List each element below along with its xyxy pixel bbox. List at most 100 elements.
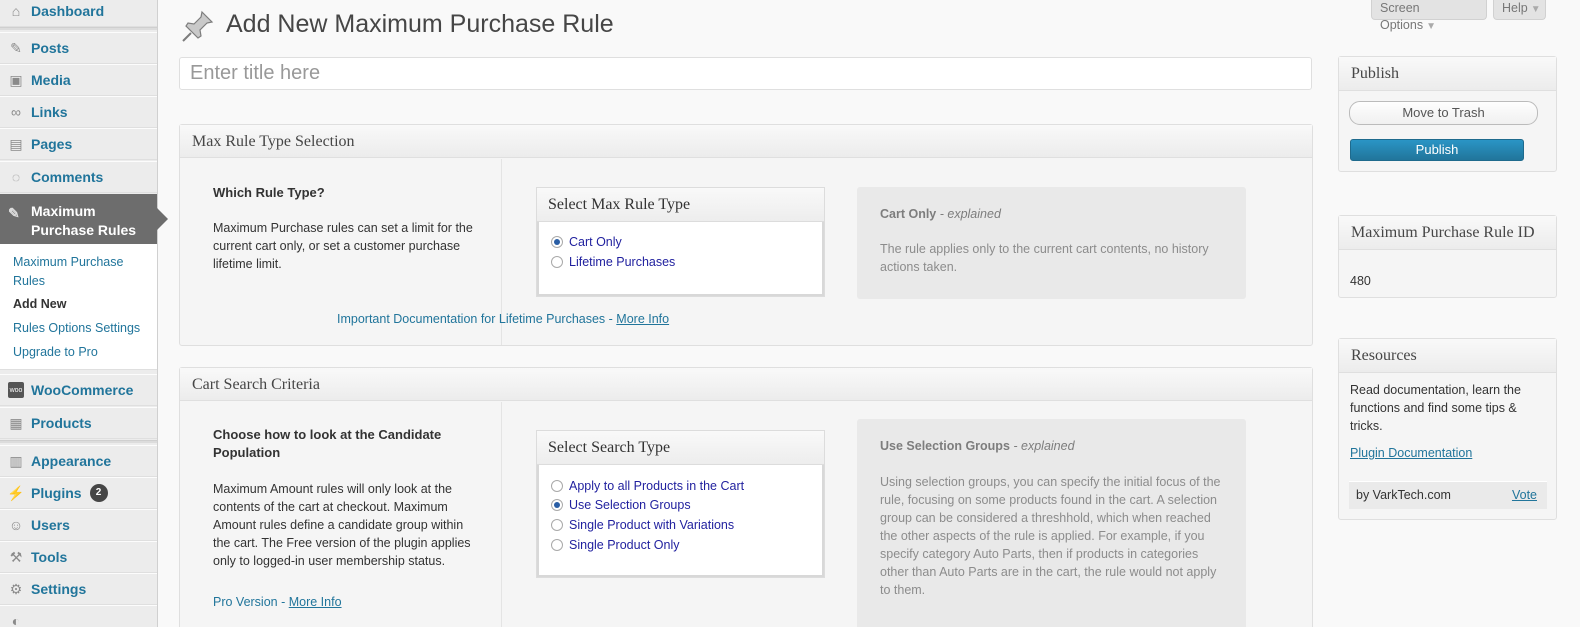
publish-box: Publish Move to Trash Publish — [1338, 56, 1557, 172]
menu-item-tools[interactable]: ⚒ Tools — [0, 541, 157, 573]
search-criteria-postbox: Cart Search Criteria Choose how to look … — [179, 367, 1313, 627]
plugin-documentation-link[interactable]: Plugin Documentation — [1350, 446, 1472, 460]
lifetime-doc-line: Important Documentation for Lifetime Pur… — [337, 312, 669, 326]
link-icon: ∞ — [11, 104, 21, 120]
menu-item-woocommerce[interactable]: woo WooCommerce — [0, 374, 157, 406]
radio-label: Single Product Only — [569, 538, 680, 552]
screen-options-label: Screen Options — [1380, 1, 1424, 32]
radio-single-product-only[interactable]: Single Product Only — [551, 538, 679, 552]
rule-id-box: Maximum Purchase Rule ID 480 — [1338, 215, 1557, 298]
menu-label: Comments — [31, 169, 104, 185]
menu-item-appearance[interactable]: ▥ Appearance — [0, 445, 157, 477]
postbox-heading[interactable]: Max Rule Type Selection — [180, 125, 1312, 158]
search-description: Maximum Amount rules will only look at t… — [213, 482, 471, 568]
submenu-item-upgrade[interactable]: Upgrade to Pro — [13, 343, 98, 362]
woo-icon: woo — [8, 382, 24, 398]
triangle-down-icon: ▼ — [1426, 21, 1436, 32]
admin-sidebar: ⌂ Dashboard ✎ Posts ▣ Media ∞ Links ▤ Pa… — [0, 0, 168, 627]
resources-text: Read documentation, learn the functions … — [1350, 383, 1521, 433]
radio-label: Lifetime Purchases — [569, 255, 676, 269]
menu-label: WooCommerce — [31, 382, 134, 398]
menu-item-settings[interactable]: ⚙ Settings — [0, 573, 157, 605]
menu-label: Appearance — [31, 453, 112, 469]
select-heading: Select Search Type — [537, 431, 824, 465]
menu-item-dashboard[interactable]: ⌂ Dashboard — [0, 0, 157, 27]
rule-id-heading[interactable]: Maximum Purchase Rule ID — [1339, 216, 1556, 250]
search-type-explanation: Use Selection Groups - explained Using s… — [857, 419, 1246, 627]
radio-unchecked[interactable] — [551, 256, 563, 268]
menu-item-products[interactable]: ▦ Products — [0, 407, 157, 439]
radio-group: Apply to all Products in the Cart Use Se… — [537, 465, 824, 577]
menu-label: Products — [31, 415, 92, 431]
menu-item-users[interactable]: ☺ Users — [0, 509, 157, 541]
rule-type-description: Maximum Purchase rules can set a limit f… — [213, 221, 473, 271]
menu-item-collapse[interactable]: ◐ — [0, 605, 157, 627]
resources-heading[interactable]: Resources — [1339, 339, 1556, 373]
explain-suffix: - explained — [1009, 439, 1075, 453]
publish-button[interactable]: Publish — [1350, 139, 1524, 161]
rule-type-question: Which Rule Type? — [213, 185, 325, 200]
submenu: Maximum Purchase Rules Add New Rules Opt… — [0, 244, 157, 370]
update-count-badge: 2 — [89, 484, 108, 502]
help-label: Help — [1502, 1, 1528, 15]
menu-item-comments[interactable]: ◌ Comments — [0, 161, 157, 193]
menu-label: Pages — [31, 136, 73, 152]
pin-icon: ✎ — [8, 205, 20, 221]
radio-single-product-variations[interactable]: Single Product with Variations — [551, 518, 734, 532]
move-to-trash-button[interactable]: Move to Trash — [1349, 101, 1538, 125]
publish-heading[interactable]: Publish — [1339, 57, 1556, 91]
menu-item-media[interactable]: ▣ Media — [0, 64, 157, 96]
menu-item-pages[interactable]: ▤ Pages — [0, 128, 157, 160]
radio-checked[interactable] — [551, 499, 563, 511]
pin-icon: ✎ — [10, 39, 22, 56]
explain-title-text: Cart Only — [880, 207, 937, 221]
pro-text: Pro Version - — [213, 595, 289, 609]
page-icon: ▤ — [9, 135, 23, 152]
menu-separator — [0, 27, 157, 30]
menu-label: Dashboard — [31, 3, 105, 19]
comment-icon: ◌ — [11, 169, 21, 185]
postbox-heading[interactable]: Cart Search Criteria — [180, 368, 1312, 401]
more-info-link[interactable]: More Info — [289, 595, 342, 609]
submenu-item-add-new[interactable]: Add New — [13, 295, 66, 314]
radio-cart-only[interactable]: Cart Only — [551, 235, 622, 249]
menu-item-links[interactable]: ∞ Links — [0, 96, 157, 128]
radio-unchecked[interactable] — [551, 519, 563, 531]
search-question: Choose how to look at the Candidate Popu… — [213, 427, 442, 460]
radio-lifetime-purchases[interactable]: Lifetime Purchases — [551, 255, 675, 269]
collapse-icon: ◐ — [11, 613, 21, 627]
pushpin-icon — [180, 8, 216, 44]
credit-text: by VarkTech.com — [1356, 488, 1451, 502]
vote-link[interactable]: Vote — [1512, 488, 1537, 502]
menu-item-plugins[interactable]: ⚡ Plugins 2 — [0, 477, 157, 509]
radio-all-products[interactable]: Apply to all Products in the Cart — [551, 479, 744, 493]
explain-title: Use Selection Groups - explained — [880, 439, 1075, 453]
explain-text: The rule applies only to the current car… — [880, 242, 1209, 274]
radio-selection-groups[interactable]: Use Selection Groups — [551, 498, 691, 512]
radio-unchecked[interactable] — [551, 539, 563, 551]
screen-options-tab[interactable]: Screen Options ▼ — [1371, 0, 1487, 32]
radio-label: Cart Only — [569, 235, 622, 249]
menu-separator — [0, 440, 157, 443]
submenu-item-options-settings[interactable]: Rules Options Settings — [13, 319, 140, 338]
help-tab[interactable]: Help ▼ — [1493, 0, 1546, 20]
title-input[interactable] — [179, 57, 1312, 90]
radio-checked[interactable] — [551, 236, 563, 248]
explain-title: Cart Only - explained — [880, 207, 1001, 221]
menu-label: Maximum Purchase Rules — [31, 203, 137, 238]
radio-label: Use Selection Groups — [569, 498, 691, 512]
submenu-item-all-rules[interactable]: Maximum Purchase Rules — [13, 253, 143, 291]
radio-unchecked[interactable] — [551, 480, 563, 492]
explain-text: Using selection groups, you can specify … — [880, 475, 1221, 597]
menu-item-posts[interactable]: ✎ Posts — [0, 32, 157, 64]
rule-id-value: 480 — [1350, 274, 1371, 288]
products-icon: ▦ — [9, 414, 23, 431]
home-icon: ⌂ — [11, 3, 21, 19]
menu-label: Media — [31, 72, 71, 88]
more-info-link[interactable]: More Info — [616, 312, 669, 326]
page-title: Add New Maximum Purchase Rule — [226, 10, 614, 38]
search-type-select-box: Select Search Type Apply to all Products… — [536, 430, 825, 578]
credit-row: by VarkTech.com Vote — [1349, 481, 1547, 509]
rule-type-explanation: Cart Only - explained The rule applies o… — [857, 187, 1246, 299]
menu-item-maximum-purchase-rules[interactable]: ✎ Maximum Purchase Rules — [0, 194, 168, 244]
